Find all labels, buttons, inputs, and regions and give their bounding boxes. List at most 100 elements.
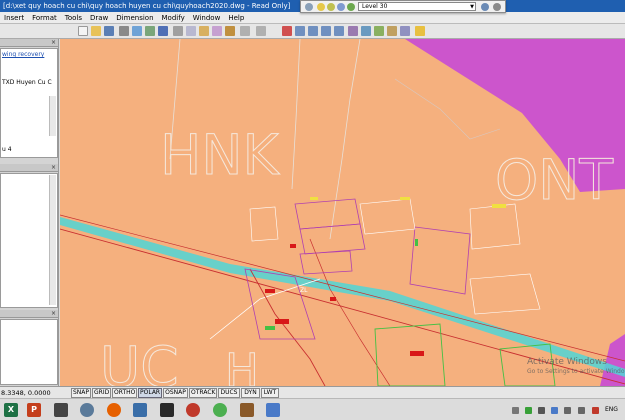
road-line [329,39,361,240]
menu-draw[interactable]: Draw [86,12,112,24]
second-panel-scrollbar[interactable] [49,175,56,305]
road-line [291,39,301,190]
match-properties-icon[interactable] [212,26,222,36]
chevron-down-icon[interactable]: ▼ [470,3,474,11]
tray-icon[interactable] [512,407,519,414]
sun-icon[interactable] [327,3,335,11]
parcel-white [469,273,541,315]
print-icon[interactable] [119,26,129,36]
tray-icon[interactable] [551,407,558,414]
zoom-window-icon[interactable] [308,26,318,36]
help-icon[interactable] [415,26,425,36]
language-indicator[interactable]: ENG [605,405,618,415]
pan-icon[interactable] [282,26,292,36]
open-file-icon[interactable] [91,26,101,36]
tool-palettes-icon[interactable] [374,26,384,36]
block-editor-icon[interactable] [225,26,235,36]
parcel-white [249,206,279,242]
grid-toggle[interactable]: GRID [92,388,111,398]
save-icon[interactable] [104,26,114,36]
zoom-realtime-icon[interactable] [295,26,305,36]
copy-icon[interactable] [186,26,196,36]
excel-icon[interactable]: X [4,403,18,417]
window-title: [d:\xet quy hoach cu chi\quy hoach huyen… [3,2,291,10]
app-icon[interactable] [186,403,200,417]
parcel-white [359,198,416,235]
tray-icon[interactable] [592,407,599,414]
close-icon[interactable]: × [51,164,56,172]
publish-icon[interactable] [145,26,155,36]
menu-insert[interactable]: Insert [0,12,28,24]
firefox-icon[interactable] [107,403,121,417]
marker-red [330,297,336,301]
marker-green [265,326,275,330]
layer-manager-icon[interactable] [305,3,313,11]
polar-toggle[interactable]: POLAR [138,388,162,398]
volume-icon[interactable] [578,407,585,414]
status-bar: 8.3348, 0.0000 SNAP GRID ORTHO POLAR OSN… [0,386,625,398]
lock-icon[interactable] [337,3,345,11]
menu-format[interactable]: Format [28,12,61,24]
menu-window[interactable]: Window [189,12,225,24]
ortho-toggle[interactable]: ORTHO [112,388,137,398]
zone-label-hnk: HNK [160,123,281,187]
layer-previous-icon[interactable] [493,3,501,11]
plot-preview-icon[interactable] [132,26,142,36]
close-icon[interactable]: × [51,39,56,47]
properties-icon[interactable] [348,26,358,36]
drawing-canvas[interactable]: HNK ONT UC H ZL [60,39,625,386]
otrack-toggle[interactable]: OTRACK [189,388,217,398]
dyn-toggle[interactable]: DYN [241,388,260,398]
marker-yellow [400,197,410,200]
network-icon[interactable] [564,407,571,414]
menu-modify[interactable]: Modify [158,12,189,24]
close-icon[interactable]: × [51,310,56,318]
autocad-icon[interactable] [160,403,174,417]
sheet-set-icon[interactable] [387,26,397,36]
color-icon[interactable] [347,3,355,11]
menu-help[interactable]: Help [224,12,248,24]
lwt-toggle[interactable]: LWT [261,388,279,398]
calculator-icon[interactable] [54,403,68,417]
osnap-toggle[interactable]: OSNAP [163,388,188,398]
marker-red [265,289,275,293]
app-icon[interactable] [133,403,147,417]
app-icon[interactable] [266,403,280,417]
undo-icon[interactable] [240,26,250,36]
menu-dimension[interactable]: Dimension [112,12,157,24]
recovery-panel-header: × [0,39,58,47]
powerpoint-icon[interactable]: P [27,403,41,417]
paste-icon[interactable] [199,26,209,36]
windows-taskbar: X P ENG [0,398,625,420]
layer-dropdown-value: Level 30 [362,3,388,10]
chrome-icon[interactable] [213,403,227,417]
zoom-extents-icon[interactable] [334,26,344,36]
markup-icon[interactable] [400,26,410,36]
cut-icon[interactable] [173,26,183,36]
tray-icon[interactable] [525,407,532,414]
coordinate-readout: 8.3348, 0.0000 [1,389,51,397]
make-current-icon[interactable] [481,3,489,11]
layer-dropdown[interactable]: Level 30 ▼ [358,2,476,11]
recovery-file-entry[interactable]: TXD Huyen Cu Chi [2,79,52,86]
activation-watermark: Activate Windows Go to Settings to activ… [527,357,625,376]
marker-red [290,244,296,248]
third-panel [0,319,58,385]
ducs-toggle[interactable]: DUCS [218,388,240,398]
menu-tools[interactable]: Tools [61,12,86,24]
recovery-scrollbar[interactable] [49,96,56,136]
new-file-icon[interactable] [78,26,88,36]
recovery-item-label[interactable]: u 4 [2,146,52,153]
design-center-icon[interactable] [361,26,371,36]
standard-toolbar [0,24,625,39]
drawing-recovery-link[interactable]: wing recovery [2,51,52,58]
zoom-previous-icon[interactable] [321,26,331,36]
app-icon[interactable] [80,403,94,417]
redo-icon[interactable] [256,26,266,36]
snap-toggle[interactable]: SNAP [71,388,91,398]
app-icon[interactable] [240,403,254,417]
3d-dwf-icon[interactable] [158,26,168,36]
lightbulb-icon[interactable] [317,3,325,11]
tray-icon[interactable] [538,407,545,414]
marker-red [410,351,424,356]
